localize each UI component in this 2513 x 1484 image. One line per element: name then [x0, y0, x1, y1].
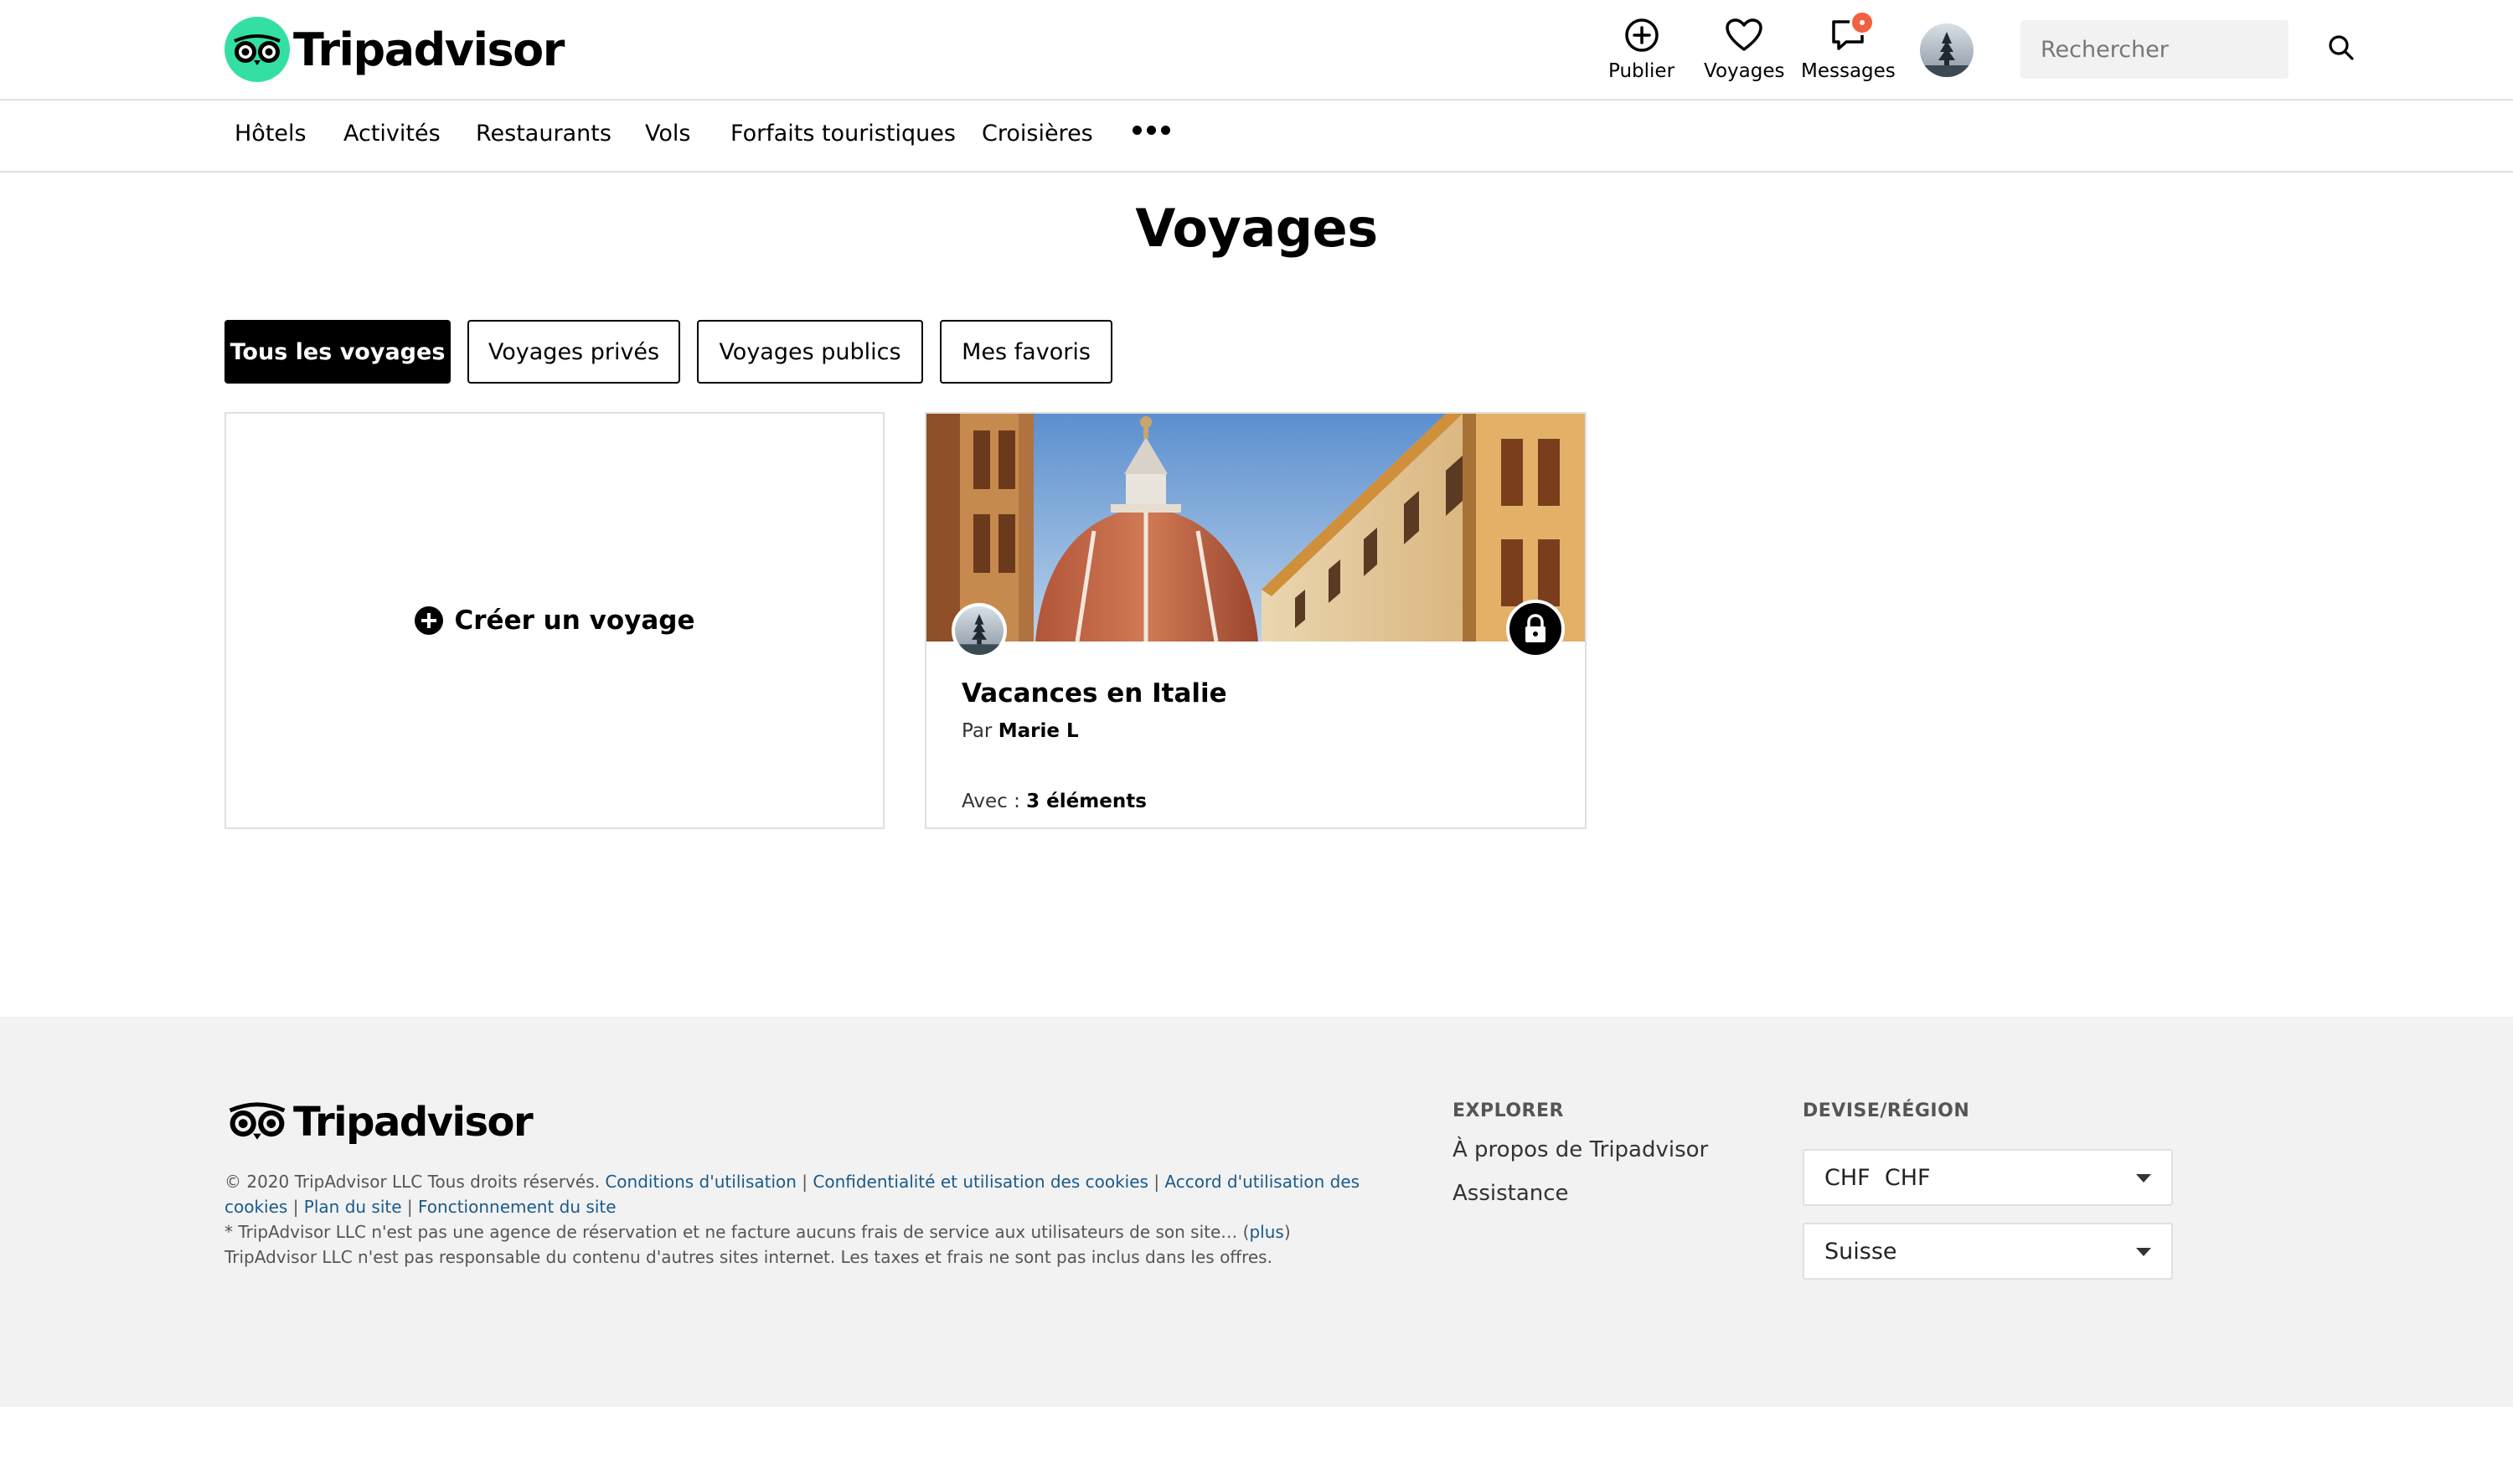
search-icon[interactable]: [2327, 33, 2356, 65]
publish-label: Publier: [1608, 60, 1675, 82]
sitemap-link[interactable]: Plan du site: [304, 1197, 402, 1217]
trip-owner-avatar[interactable]: [952, 603, 1007, 658]
about-link[interactable]: À propos de Tripadvisor: [1453, 1137, 1708, 1162]
currency-region-heading: DEVISE/RÉGION: [1803, 1100, 1970, 1121]
tab-public-trips[interactable]: Voyages publics: [697, 320, 923, 384]
trips-label: Voyages: [1704, 60, 1785, 82]
nav-item-cruises[interactable]: Croisières: [982, 121, 1093, 147]
tab-private-trips[interactable]: Voyages privés: [467, 320, 680, 384]
nav-item-restaurants[interactable]: Restaurants: [476, 121, 611, 147]
create-trip-label: Créer un voyage: [454, 605, 695, 636]
tab-favorites[interactable]: Mes favoris: [940, 320, 1112, 384]
region-value: Suisse: [1824, 1238, 1897, 1265]
trip-author-name[interactable]: Marie L: [998, 720, 1079, 742]
search-input[interactable]: [2041, 36, 2327, 63]
nav-item-packages[interactable]: Forfaits touristiques: [730, 121, 956, 147]
heart-icon: [1724, 15, 1764, 55]
owl-logo-icon: [224, 1100, 290, 1144]
user-avatar[interactable]: [1920, 23, 1974, 77]
messages-button[interactable]: Messages: [1801, 10, 1896, 82]
create-trip-card[interactable]: Créer un voyage: [224, 412, 885, 829]
trip-items-count: Avec : 3 éléments: [962, 791, 1147, 812]
region-select[interactable]: Suisse: [1803, 1223, 2173, 1280]
how-site-works-link[interactable]: Fonctionnement du site: [418, 1197, 617, 1217]
trip-items-prefix: Avec :: [962, 791, 1020, 812]
logo-text: Tripadvisor: [293, 23, 565, 76]
explore-heading: EXPLORER: [1453, 1100, 1564, 1121]
disclaimer-text: * TripAdvisor LLC n'est pas une agence d…: [224, 1222, 1250, 1242]
more-menu-icon[interactable]: [1133, 126, 1170, 135]
plus-circle-icon: [1622, 15, 1662, 55]
footer-logo-text: Tripadvisor: [293, 1099, 534, 1146]
owl-logo-icon: [224, 17, 290, 82]
messages-label: Messages: [1801, 60, 1896, 82]
search-bar[interactable]: [2020, 20, 2354, 79]
currency-select[interactable]: CHF CHF: [1803, 1149, 2173, 1206]
tab-all-trips[interactable]: Tous les voyages: [224, 320, 451, 384]
plus-icon: [414, 606, 443, 635]
chat-bubble-icon: [1828, 10, 1876, 55]
publish-button[interactable]: Publier: [1608, 15, 1674, 82]
lock-icon: [1506, 600, 1565, 658]
header: Tripadvisor Publier Voyages Messages: [0, 0, 2513, 100]
disclaimer-text-2: TripAdvisor LLC n'est pas responsable du…: [224, 1247, 1272, 1267]
privacy-link[interactable]: Confidentialité et utilisation des cooki…: [813, 1172, 1148, 1192]
category-nav: Hôtels Activités Restaurants Vols Forfai…: [0, 100, 2513, 173]
more-link[interactable]: plus: [1249, 1222, 1283, 1242]
legal-text: © 2020 TripAdvisor LLC Tous droits réser…: [224, 1172, 1360, 1267]
page-title: Voyages: [1135, 198, 1378, 259]
footer-logo[interactable]: Tripadvisor: [224, 1099, 534, 1146]
nav-item-flights[interactable]: Vols: [645, 121, 690, 147]
nav-item-hotels[interactable]: Hôtels: [235, 121, 307, 147]
footer: Tripadvisor © 2020 TripAdvisor LLC Tous …: [0, 1017, 2513, 1407]
trips-button[interactable]: Voyages: [1704, 15, 1784, 82]
trip-items-value: 3 éléments: [1026, 791, 1147, 812]
trip-author-prefix: Par: [962, 720, 993, 742]
trip-cover-image: [926, 414, 1585, 642]
tripadvisor-logo[interactable]: Tripadvisor: [224, 17, 565, 82]
copyright-text: © 2020 TripAdvisor LLC Tous droits réser…: [224, 1172, 600, 1192]
caret-down-icon: [2136, 1248, 2151, 1256]
terms-link[interactable]: Conditions d'utilisation: [605, 1172, 797, 1192]
trip-author: Par Marie L: [962, 720, 1079, 742]
caret-down-icon: [2136, 1174, 2151, 1183]
nav-item-activities[interactable]: Activités: [343, 121, 441, 147]
disclaimer-end: ): [1283, 1222, 1291, 1242]
trip-title[interactable]: Vacances en Italie: [962, 678, 1227, 709]
currency-value: CHF CHF: [1824, 1164, 1931, 1191]
support-link[interactable]: Assistance: [1453, 1181, 1569, 1206]
notification-badge: [1850, 10, 1876, 35]
trip-card[interactable]: Vacances en Italie Par Marie L Avec : 3 …: [925, 412, 1587, 829]
